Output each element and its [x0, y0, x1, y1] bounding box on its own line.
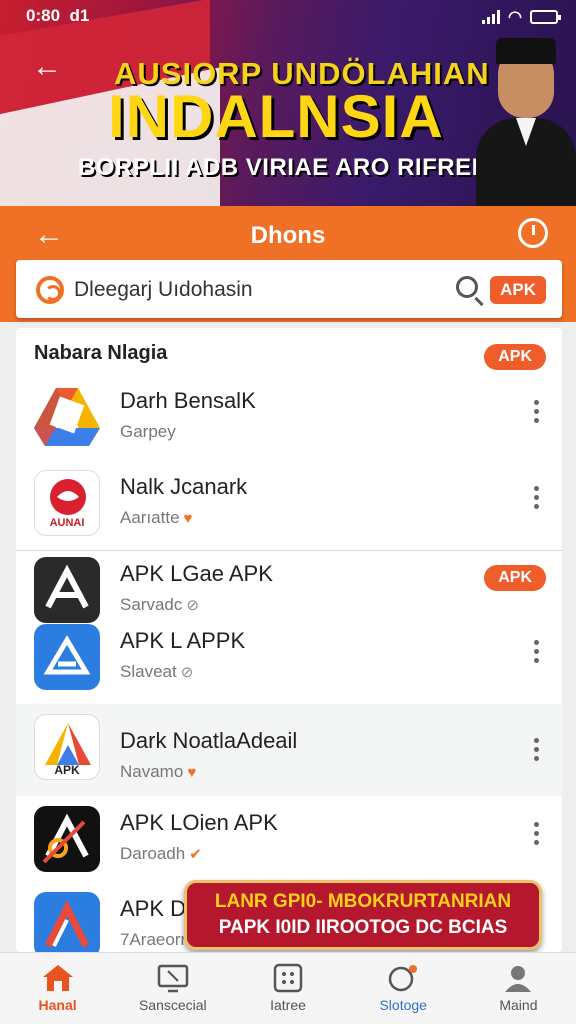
grid-icon [273, 963, 303, 993]
app-icon-label: AUNAI [49, 517, 85, 529]
app-name: Dark NoatlaAdeail [120, 728, 298, 753]
home-icon [42, 965, 73, 991]
app-publisher: Sarvadc [120, 595, 183, 614]
banner-subline: BORPLII ADB VIRIAE ARO RIFRENIUE! [78, 154, 540, 181]
app-icon-red-swirl: AUNAI [34, 470, 100, 536]
more-options-icon[interactable] [526, 486, 546, 514]
banner-person-image [476, 18, 576, 206]
header-apk-badge[interactable]: APK [484, 344, 546, 370]
list-item[interactable]: Darh BensalK Garpey [16, 378, 562, 464]
nav-label: Hanal [38, 997, 77, 1013]
promo-banner[interactable]: 0:80 d1 ◠ ← AUSIORP UNDÖLAHIAN INDALNSIA… [0, 0, 576, 206]
more-options-icon[interactable] [526, 400, 546, 428]
app-logo-icon [36, 276, 64, 304]
app-publisher: Slaveat [120, 662, 177, 681]
list-item[interactable]: APK Dark NoatlaAdeail Navamo ♥ [16, 704, 562, 796]
planet-icon [388, 965, 418, 992]
app-icon-label: APK [54, 763, 80, 777]
app-publisher: Aarıatte [120, 508, 180, 527]
verified-icon: ⊘ [186, 597, 199, 614]
banner-headline-2: INDALNSIA [108, 83, 444, 150]
app-name: APK L APPK [120, 628, 246, 653]
list-item[interactable]: APK L APPK Slaveat ⊘ [16, 618, 562, 704]
status-extra: d1 [69, 6, 90, 25]
history-clock-icon[interactable] [518, 218, 548, 248]
status-time: 0:80 [26, 6, 61, 25]
app-icon-dark-a [34, 557, 100, 623]
search-bar[interactable]: Dleegarj Uıdohasin APK [16, 260, 562, 318]
nav-label: Maind [499, 997, 538, 1013]
nav-label: Slotoge [379, 997, 427, 1013]
app-icon-blue-a [34, 624, 100, 690]
nav-screen[interactable]: Sanscecial [115, 953, 230, 1024]
search-apk-button[interactable]: APK [490, 276, 546, 304]
verified-icon: ✔ [189, 846, 202, 863]
app-name: APK D [120, 896, 187, 921]
app-icon-drive [34, 384, 100, 450]
more-options-icon[interactable] [526, 640, 546, 668]
screen-icon [157, 964, 189, 993]
app-publisher: Garpey [120, 422, 176, 441]
list-item[interactable]: APK LOien APK Daroadh ✔ [16, 800, 562, 886]
promo-overlay-button[interactable]: LANR GPI0- MBOKRURTANRIAN PAPK I0ID IIRO… [184, 880, 542, 950]
app-list-panel: Nabara Nlagia APK Darh BensalK Garpey AU… [16, 328, 562, 952]
app-icon-blue-red-a [34, 892, 100, 952]
app-publisher: Daroadh [120, 844, 186, 863]
bottom-nav: Hanal Sanscecial Iatree Slotoge Maind [0, 952, 576, 1024]
row-apk-badge[interactable]: APK [484, 565, 546, 591]
nav-label: Iatree [270, 997, 306, 1013]
search-icon[interactable] [456, 276, 478, 298]
app-name: Darh BensalK [120, 388, 256, 413]
nav-grid[interactable]: Iatree [230, 953, 345, 1024]
app-name: APK LGae APK [120, 561, 273, 586]
heart-icon: ♥ [187, 764, 197, 781]
profile-icon [505, 966, 532, 992]
promo-line-1: LANR GPI0- MBOKRURTANRIAN [214, 891, 512, 912]
list-item[interactable]: AUNAI Nalk Jcanark Aarıatte ♥ [16, 464, 562, 550]
nav-label: Sanscecial [138, 997, 207, 1013]
search-input[interactable]: Dleegarj Uıdohasin [74, 278, 253, 302]
app-icon-colorful-a: APK [34, 714, 100, 780]
page-title: Dhons [250, 222, 326, 249]
nav-planet[interactable]: Slotoge [346, 953, 461, 1024]
app-icon-black-a [34, 806, 100, 872]
nav-profile[interactable]: Maind [461, 953, 576, 1024]
more-options-icon[interactable] [526, 738, 546, 766]
list-header: Nabara Nlagia [34, 342, 168, 364]
app-name: APK LOien APK [120, 810, 278, 835]
nav-home[interactable]: Hanal [0, 953, 115, 1024]
promo-line-2: PAPK I0ID IIROOTOG DC BCIAS [218, 917, 508, 938]
verified-icon: ⊘ [180, 664, 194, 681]
more-options-icon[interactable] [526, 822, 546, 850]
app-publisher: Navamo [120, 762, 184, 781]
app-name: Nalk Jcanark [120, 474, 248, 499]
heart-icon: ♥ [183, 510, 193, 527]
app-publisher: 7Araeorn [120, 930, 190, 949]
banner-back-arrow-icon[interactable]: ← [32, 50, 62, 84]
